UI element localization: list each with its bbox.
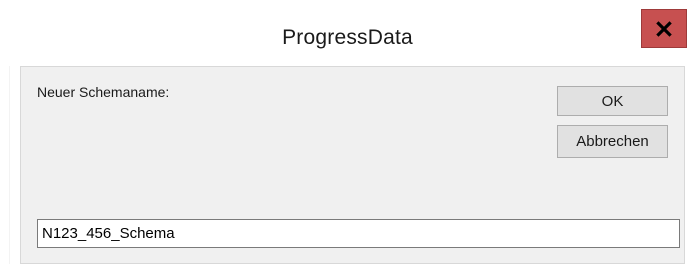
dialog-client-area: Neuer Schemaname: OK Abbrechen (20, 66, 685, 264)
ok-button[interactable]: OK (557, 86, 668, 116)
window-title: ProgressData (282, 26, 413, 49)
close-button[interactable] (641, 9, 687, 48)
window-frame-bottom (0, 264, 695, 275)
cancel-button[interactable]: Abbrechen (557, 125, 668, 158)
dialog-window: ProgressData Neuer Schemaname: OK Abbrec… (0, 0, 695, 275)
schema-name-input[interactable] (37, 219, 680, 248)
title-bar[interactable]: ProgressData (0, 0, 695, 66)
schema-name-label: Neuer Schemaname: (37, 84, 170, 100)
close-icon (656, 20, 672, 37)
